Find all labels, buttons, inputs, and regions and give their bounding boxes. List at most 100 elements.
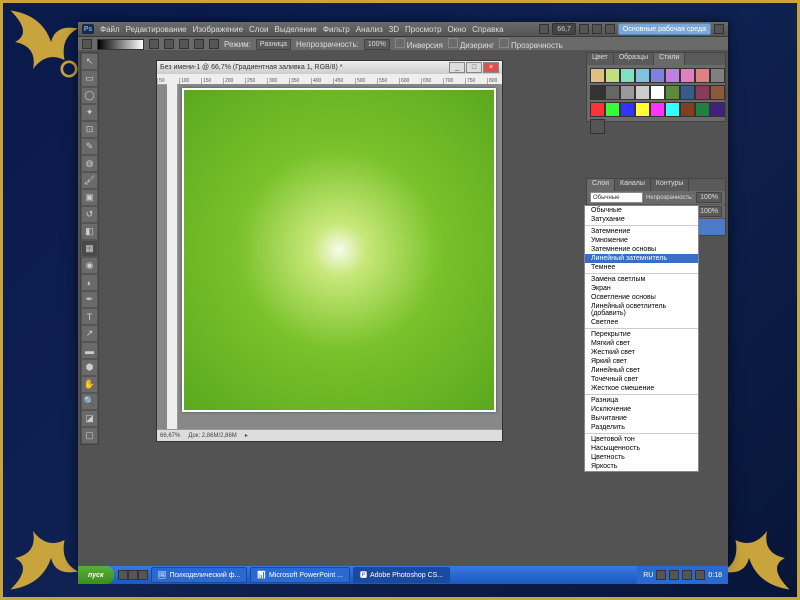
eyedropper-tool[interactable]: ✎ xyxy=(81,138,98,155)
type-tool[interactable]: T xyxy=(81,308,98,325)
tool-preset-icon[interactable] xyxy=(82,39,92,49)
menu-window[interactable]: Окно xyxy=(448,25,467,34)
style-swatch[interactable] xyxy=(665,85,680,100)
blend-mode-option[interactable]: Замена светлым xyxy=(585,275,698,284)
tab-swatches[interactable]: Образцы xyxy=(614,53,654,65)
taskbar-item[interactable]: 🖼Психоделический ф... xyxy=(151,567,248,583)
tray-icon[interactable] xyxy=(682,570,692,580)
blend-mode-option[interactable]: Насыщенность xyxy=(585,444,698,453)
doc-close-button[interactable]: × xyxy=(483,62,499,73)
layer-fill-value[interactable]: 100% xyxy=(696,206,722,217)
document-titlebar[interactable]: Без имени-1 @ 66,7% (Градиентная заливка… xyxy=(157,61,502,74)
tab-styles[interactable]: Стили xyxy=(654,53,685,65)
heal-tool[interactable]: ◍ xyxy=(81,155,98,172)
taskbar-item[interactable]: 📊Microsoft PowerPoint ... xyxy=(250,567,350,583)
style-swatch[interactable] xyxy=(620,68,635,83)
transparency-checkbox[interactable] xyxy=(499,38,509,48)
move-tool[interactable]: ↖ xyxy=(81,53,98,70)
blend-mode-option[interactable]: Жесткое смешение xyxy=(585,384,698,393)
marquee-tool[interactable]: ▭ xyxy=(81,70,98,87)
tray-icon[interactable] xyxy=(669,570,679,580)
blend-mode-option[interactable]: Разница xyxy=(585,396,698,405)
menu-3d[interactable]: 3D xyxy=(389,25,399,34)
shape-tool[interactable]: ▬ xyxy=(81,342,98,359)
style-swatch[interactable] xyxy=(695,102,710,117)
style-swatch[interactable] xyxy=(635,102,650,117)
style-swatch[interactable] xyxy=(605,102,620,117)
menu-layer[interactable]: Слои xyxy=(249,25,268,34)
style-swatch[interactable] xyxy=(590,68,605,83)
doc-info-arrow-icon[interactable]: ▸ xyxy=(245,432,248,439)
menu-help[interactable]: Справка xyxy=(472,25,503,34)
blend-mode-option[interactable]: Затемнение xyxy=(585,227,698,236)
style-swatch[interactable] xyxy=(620,102,635,117)
blur-tool[interactable]: ◉ xyxy=(81,257,98,274)
layer-blend-dropdown[interactable]: Обычные xyxy=(590,192,643,203)
3d-tool[interactable]: ⬢ xyxy=(81,359,98,376)
quickmask-toggle[interactable]: ▢ xyxy=(81,427,98,444)
launch-bridge-icon[interactable] xyxy=(539,24,549,34)
lang-indicator[interactable]: RU xyxy=(643,572,653,579)
menu-file[interactable]: Файл xyxy=(100,25,120,34)
style-swatch[interactable] xyxy=(590,119,605,134)
start-button[interactable]: пуск xyxy=(78,566,114,584)
hand-tool[interactable]: ✋ xyxy=(81,376,98,393)
doc-zoom[interactable]: 66,67% xyxy=(160,433,180,439)
tray-icon[interactable] xyxy=(695,570,705,580)
reverse-checkbox[interactable] xyxy=(395,38,405,48)
eraser-tool[interactable]: ◧ xyxy=(81,223,98,240)
blend-mode-option[interactable]: Разделить xyxy=(585,423,698,432)
ruler-vertical[interactable] xyxy=(167,84,178,429)
style-swatch[interactable] xyxy=(605,68,620,83)
style-swatch[interactable] xyxy=(710,102,725,117)
brush-tool[interactable]: 🖌 xyxy=(81,172,98,189)
blend-mode-option[interactable]: Цветность xyxy=(585,453,698,462)
doc-minimize-button[interactable]: _ xyxy=(449,62,465,73)
style-swatch[interactable] xyxy=(665,68,680,83)
doc-maximize-button[interactable]: □ xyxy=(466,62,482,73)
tab-color[interactable]: Цвет xyxy=(587,53,614,65)
layer-opacity-value[interactable]: 100% xyxy=(696,192,722,203)
doc-info[interactable]: Док: 2,86M/2,86M xyxy=(188,433,236,439)
style-swatch[interactable] xyxy=(680,85,695,100)
menu-filter[interactable]: Фильтр xyxy=(323,25,350,34)
style-swatch[interactable] xyxy=(650,85,665,100)
gradient-diamond-icon[interactable] xyxy=(209,39,219,49)
blend-mode-option[interactable]: Осветление основы xyxy=(585,293,698,302)
crop-tool[interactable]: ⊡ xyxy=(81,121,98,138)
tray-icon[interactable] xyxy=(656,570,666,580)
style-swatch[interactable] xyxy=(680,102,695,117)
blend-mode-option[interactable]: Исключение xyxy=(585,405,698,414)
style-swatch[interactable] xyxy=(650,68,665,83)
blend-mode-option[interactable]: Вычитание xyxy=(585,414,698,423)
menu-edit[interactable]: Редактирование xyxy=(126,25,187,34)
tab-channels[interactable]: Каналы xyxy=(615,179,651,191)
blend-mode-option[interactable]: Мягкий свет xyxy=(585,339,698,348)
blend-mode-option[interactable]: Яркий свет xyxy=(585,357,698,366)
quicklaunch-icon[interactable] xyxy=(138,570,148,580)
blend-mode-option[interactable]: Перекрытие xyxy=(585,330,698,339)
style-swatch[interactable] xyxy=(620,85,635,100)
zoom-tool[interactable]: 🔍 xyxy=(81,393,98,410)
taskbar-item-active[interactable]: 🅿Adobe Photoshop CS... xyxy=(353,567,450,583)
blend-mode-option[interactable]: Затемнение основы xyxy=(585,245,698,254)
zoom-level[interactable]: 66,7 xyxy=(552,23,576,35)
gradient-reflected-icon[interactable] xyxy=(194,39,204,49)
style-swatch[interactable] xyxy=(680,68,695,83)
wand-tool[interactable]: ✦ xyxy=(81,104,98,121)
style-swatch[interactable] xyxy=(635,85,650,100)
tab-layers[interactable]: Слои xyxy=(587,179,615,191)
blend-mode-option[interactable]: Яркость xyxy=(585,462,698,471)
blend-mode-option[interactable]: Линейный свет xyxy=(585,366,698,375)
style-swatch[interactable] xyxy=(590,102,605,117)
blend-mode-option[interactable]: Умножение xyxy=(585,236,698,245)
workspace-switcher[interactable]: Основные рабочая среда xyxy=(618,23,711,35)
history-brush-tool[interactable]: ↺ xyxy=(81,206,98,223)
ps-logo-icon[interactable]: Ps xyxy=(82,24,94,34)
style-swatch[interactable] xyxy=(695,68,710,83)
pen-tool[interactable]: ✒ xyxy=(81,291,98,308)
gradient-radial-icon[interactable] xyxy=(164,39,174,49)
clock[interactable]: 0:18 xyxy=(708,572,722,579)
stamp-tool[interactable]: ▣ xyxy=(81,189,98,206)
screen-mode-icon[interactable] xyxy=(605,24,615,34)
